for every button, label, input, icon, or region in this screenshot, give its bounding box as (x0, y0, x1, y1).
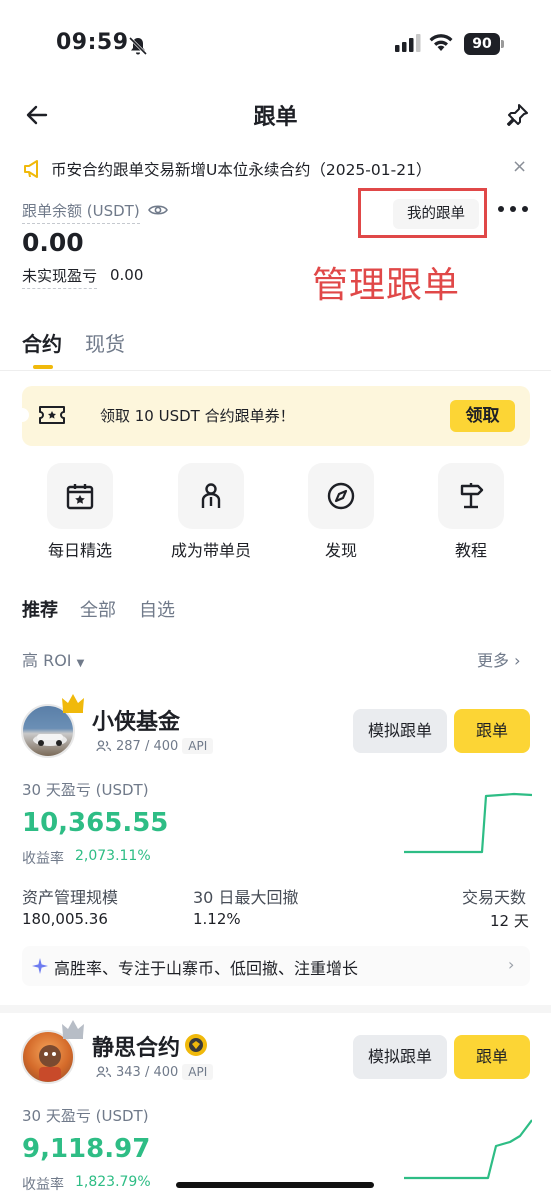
crown-icon (62, 694, 84, 713)
pnl-sparkline (404, 1119, 532, 1180)
calendar-icon (66, 484, 94, 510)
daily-picks-button[interactable] (47, 463, 113, 529)
tab-futures[interactable]: 合约 (22, 328, 62, 357)
coupon-notch (15, 408, 29, 422)
coupon-text: 领取 10 USDT 合约跟单券！ (100, 407, 295, 425)
sort-dropdown[interactable]: 高 ROI ▼ (22, 647, 84, 671)
tagline-text: 高胜率、专注于山寨币、低回撤、注重增长 (54, 959, 359, 978)
users-icon (96, 740, 112, 752)
eye-icon[interactable] (148, 202, 168, 218)
roi-value: 2,073.11% (75, 848, 151, 864)
caret-down-icon: ▼ (76, 658, 85, 669)
bell-muted-icon (128, 36, 148, 56)
divider (0, 370, 551, 371)
ticket-icon (39, 406, 65, 424)
compass-icon (327, 482, 355, 510)
more-label: 更多 (477, 651, 510, 670)
pnl-30d-label: 30 天盈亏 (USDT) (22, 781, 149, 799)
close-icon[interactable]: × (512, 156, 527, 177)
roi-label: 收益率 (22, 851, 64, 867)
back-arrow-icon[interactable] (24, 102, 50, 128)
badge-icon (185, 1034, 207, 1056)
roi-label: 收益率 (22, 1177, 64, 1193)
trading-days-value: 12 天 (490, 912, 529, 930)
my-copy-trading-button[interactable]: 我的跟单 (393, 199, 479, 229)
shortcut-label: 每日精选 (47, 541, 112, 560)
tab-recommended[interactable]: 推荐 (22, 596, 58, 622)
claim-button[interactable]: 领取 (450, 400, 515, 432)
more-link[interactable]: 更多 › (477, 647, 521, 671)
pnl-30d-label: 30 天盈亏 (USDT) (22, 1107, 149, 1125)
tutorial-button[interactable] (438, 463, 504, 529)
api-tag: API (182, 738, 214, 754)
balance-label: 跟单余额 (USDT) (22, 200, 140, 224)
chevron-right-icon: › (508, 955, 515, 974)
copiers-count: 343 / 400 API (96, 1064, 214, 1080)
unrealized-pnl-value: 0.00 (110, 266, 144, 284)
pnl-sparkline (404, 792, 532, 854)
tab-spot[interactable]: 现货 (85, 328, 125, 357)
chevron-right-icon: › (514, 651, 521, 670)
pin-icon[interactable] (504, 102, 530, 128)
section-separator (0, 1005, 551, 1013)
home-indicator (176, 1182, 374, 1188)
cellular-signal-icon (395, 34, 421, 52)
wifi-icon (429, 34, 453, 51)
aum-value: 180,005.36 (22, 910, 108, 928)
trader-name[interactable]: 小侠基金 (92, 704, 180, 736)
sparkle-icon (32, 958, 48, 974)
become-lead-trader-button[interactable] (178, 463, 244, 529)
api-tag: API (182, 1064, 214, 1080)
copy-trade-button[interactable]: 跟单 (454, 1035, 530, 1079)
shortcut-label: 成为带单员 (170, 541, 251, 560)
crown-icon (62, 1020, 84, 1039)
status-time: 09:59 (56, 30, 129, 55)
trader-name[interactable]: 静思合约 (92, 1030, 180, 1062)
sort-label: 高 ROI (22, 651, 72, 670)
notice-text[interactable]: 币安合约跟单交易新增U本位永续合约（2025-01-21） (51, 158, 431, 180)
aum-label: 资产管理规模 (22, 888, 119, 907)
shortcut-label: 发现 (324, 541, 357, 560)
person-icon (201, 483, 221, 508)
megaphone-icon (24, 160, 38, 178)
signpost-icon (460, 483, 484, 509)
more-options-icon[interactable] (498, 206, 528, 212)
max-drawdown-label: 30 日最大回撤 (193, 888, 299, 907)
battery-tip (501, 40, 504, 48)
simulate-copy-button[interactable]: 模拟跟单 (353, 1035, 447, 1079)
copiers-value: 343 / 400 (116, 1064, 179, 1080)
tab-all[interactable]: 全部 (80, 596, 116, 622)
roi-value: 1,823.79% (75, 1174, 151, 1190)
simulate-copy-button[interactable]: 模拟跟单 (353, 709, 447, 753)
copy-trade-button[interactable]: 跟单 (454, 709, 530, 753)
tab-indicator (33, 365, 53, 369)
pnl-30d-value: 10,365.55 (22, 808, 169, 838)
annotation-label: 管理跟单 (312, 265, 461, 306)
trading-days-label: 交易天数 (462, 888, 527, 907)
page-title: 跟单 (253, 105, 298, 130)
users-icon (96, 1066, 112, 1078)
balance-value: 0.00 (22, 228, 84, 257)
unrealized-pnl-label: 未实现盈亏 (22, 265, 98, 289)
shortcut-label: 教程 (454, 541, 487, 560)
copiers-count: 287 / 400 API (96, 738, 214, 754)
battery-level: 90 (464, 33, 500, 55)
tab-favorites[interactable]: 自选 (139, 596, 175, 622)
discover-button[interactable] (308, 463, 374, 529)
pnl-30d-value: 9,118.97 (22, 1134, 151, 1164)
copiers-value: 287 / 400 (116, 738, 179, 754)
max-drawdown-value: 1.12% (193, 910, 241, 928)
